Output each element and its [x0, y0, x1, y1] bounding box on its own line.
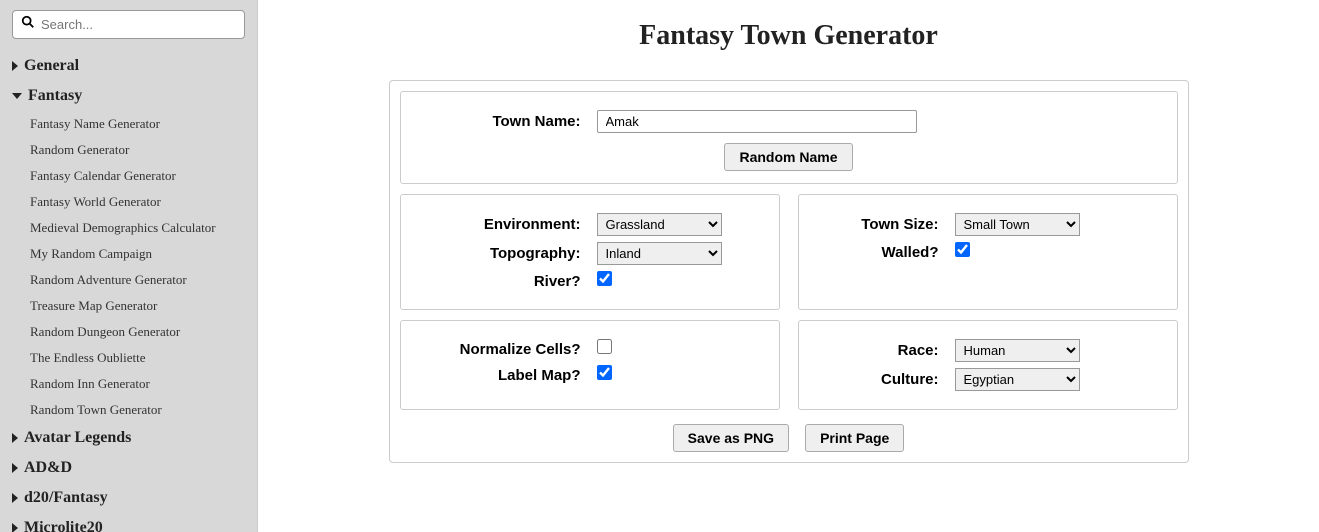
nav-item-treasure-map-generator[interactable]: Treasure Map Generator — [30, 293, 245, 319]
topography-select[interactable]: Inland — [597, 242, 722, 265]
sidebar: GeneralFantasyFantasy Name GeneratorRand… — [0, 0, 258, 532]
nav-category-label: Avatar Legends — [24, 429, 131, 447]
nav-category-general[interactable]: General — [12, 51, 245, 81]
culture-select[interactable]: Egyptian — [955, 368, 1080, 391]
environment-select[interactable]: Grassland — [597, 213, 722, 236]
random-name-button[interactable]: Random Name — [724, 143, 852, 171]
nav-category-label: General — [24, 57, 79, 75]
search-box[interactable] — [12, 10, 245, 39]
nav-category-label: Microlite20 — [24, 519, 103, 532]
nav-category-d20-fantasy[interactable]: d20/Fantasy — [12, 483, 245, 513]
nav-category-fantasy[interactable]: Fantasy — [12, 81, 245, 111]
nav-item-fantasy-calendar-generator[interactable]: Fantasy Calendar Generator — [30, 163, 245, 189]
footer-buttons: Save as PNG Print Page — [400, 424, 1178, 452]
normalize-label: Normalize Cells? — [417, 341, 597, 358]
town-size-label: Town Size: — [815, 216, 955, 233]
nav-item-random-adventure-generator[interactable]: Random Adventure Generator — [30, 267, 245, 293]
page-title: Fantasy Town Generator — [298, 20, 1279, 52]
nav-category-ad-d[interactable]: AD&D — [12, 453, 245, 483]
nav-category-label: d20/Fantasy — [24, 489, 108, 507]
chevron-right-icon — [12, 493, 18, 503]
nav-item-random-inn-generator[interactable]: Random Inn Generator — [30, 371, 245, 397]
nav-category-label: Fantasy — [28, 87, 82, 105]
nav-item-my-random-campaign[interactable]: My Random Campaign — [30, 241, 245, 267]
main-content: Fantasy Town Generator Town Name: Random… — [258, 0, 1319, 532]
save-png-button[interactable]: Save as PNG — [673, 424, 789, 452]
topography-label: Topography: — [417, 245, 597, 262]
walled-checkbox[interactable] — [955, 242, 970, 257]
search-input[interactable] — [41, 17, 236, 32]
chevron-right-icon — [12, 463, 18, 473]
town-name-label: Town Name: — [417, 113, 597, 130]
nav-category-label: AD&D — [24, 459, 72, 477]
nav-sublist: Fantasy Name GeneratorRandom GeneratorFa… — [12, 111, 245, 423]
label-map-checkbox[interactable] — [597, 365, 612, 380]
nav-category-microlite20[interactable]: Microlite20 — [12, 513, 245, 532]
label-map-label: Label Map? — [417, 367, 597, 384]
search-icon — [21, 15, 35, 34]
town-name-card: Town Name: Random Name — [400, 91, 1178, 184]
chevron-right-icon — [12, 61, 18, 71]
inhabitants-card: Race: Human Culture: Egyptian — [798, 320, 1178, 410]
walled-label: Walled? — [815, 244, 955, 261]
print-page-button[interactable]: Print Page — [805, 424, 904, 452]
river-checkbox[interactable] — [597, 271, 612, 286]
chevron-right-icon — [12, 523, 18, 532]
nav-item-the-endless-oubliette[interactable]: The Endless Oubliette — [30, 345, 245, 371]
race-label: Race: — [815, 342, 955, 359]
nav-category-avatar-legends[interactable]: Avatar Legends — [12, 423, 245, 453]
town-size-select[interactable]: Small Town — [955, 213, 1080, 236]
environment-card: Environment: Grassland Topography: Inlan… — [400, 194, 780, 310]
chevron-down-icon — [12, 93, 22, 99]
form-panel: Town Name: Random Name Environment: Gras… — [389, 80, 1189, 463]
race-select[interactable]: Human — [955, 339, 1080, 362]
town-name-input[interactable] — [597, 110, 917, 133]
nav-item-fantasy-name-generator[interactable]: Fantasy Name Generator — [30, 111, 245, 137]
map-options-card: Normalize Cells? Label Map? — [400, 320, 780, 410]
river-label: River? — [417, 273, 597, 290]
normalize-checkbox[interactable] — [597, 339, 612, 354]
culture-label: Culture: — [815, 371, 955, 388]
nav-item-random-town-generator[interactable]: Random Town Generator — [30, 397, 245, 423]
environment-label: Environment: — [417, 216, 597, 233]
nav-item-medieval-demographics-calculator[interactable]: Medieval Demographics Calculator — [30, 215, 245, 241]
nav-item-random-dungeon-generator[interactable]: Random Dungeon Generator — [30, 319, 245, 345]
chevron-right-icon — [12, 433, 18, 443]
nav-item-fantasy-world-generator[interactable]: Fantasy World Generator — [30, 189, 245, 215]
nav-item-random-generator[interactable]: Random Generator — [30, 137, 245, 163]
size-card: Town Size: Small Town Walled? — [798, 194, 1178, 310]
